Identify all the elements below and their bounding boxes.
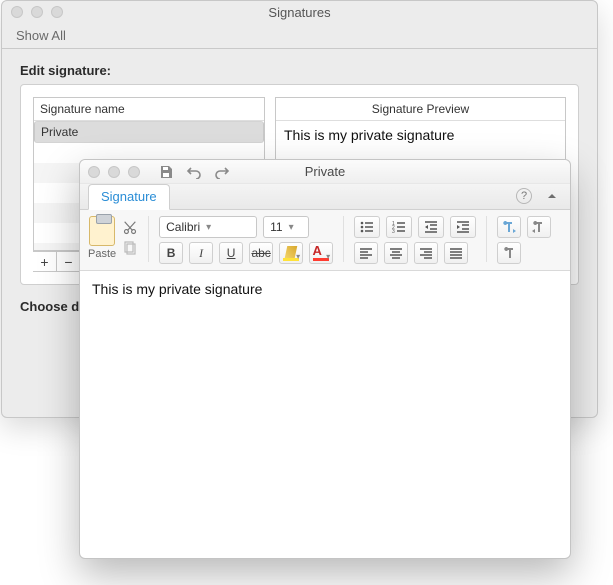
- list-item[interactable]: Private: [34, 121, 264, 143]
- tabs-right: ?: [516, 188, 560, 204]
- clipboard-group: Paste: [88, 216, 138, 260]
- separator: [486, 216, 487, 262]
- copy-icon[interactable]: [122, 240, 138, 256]
- ribbon: Paste Calibri ▾ 11 ▾: [80, 210, 570, 271]
- align-center-button[interactable]: [384, 242, 408, 264]
- remove-signature-button[interactable]: −: [57, 252, 81, 272]
- font-color-button[interactable]: A▾: [309, 242, 333, 264]
- add-signature-button[interactable]: +: [33, 252, 57, 272]
- ltr-direction-button[interactable]: [497, 216, 521, 238]
- chevron-down-icon: ▾: [206, 222, 211, 233]
- align-justify-button[interactable]: [444, 242, 468, 264]
- collapse-ribbon-icon[interactable]: [544, 188, 560, 204]
- font-size-select[interactable]: 11 ▾: [263, 216, 309, 238]
- preview-text: This is my private signature: [276, 121, 565, 149]
- signature-list-header: Signature name: [34, 98, 264, 121]
- help-icon[interactable]: ?: [516, 188, 532, 204]
- highlight-button[interactable]: ▾: [279, 242, 303, 264]
- edit-signature-label: Edit signature:: [2, 49, 597, 84]
- bold-button[interactable]: B: [159, 242, 183, 264]
- align-right-button[interactable]: [414, 242, 438, 264]
- titlebar: Signatures: [2, 1, 597, 23]
- signature-editor-window: Private Signature ? Paste: [79, 159, 571, 559]
- tab-signature[interactable]: Signature: [88, 184, 170, 210]
- italic-button[interactable]: I: [189, 242, 213, 264]
- font-size-value: 11: [270, 220, 282, 234]
- rtl-direction-button[interactable]: [527, 216, 551, 238]
- toolbar: Show All: [2, 23, 597, 49]
- decrease-indent-button[interactable]: [418, 216, 444, 238]
- underline-button[interactable]: U: [219, 242, 243, 264]
- paste-label: Paste: [88, 248, 116, 260]
- font-family-value: Calibri: [166, 220, 200, 234]
- direction-group: [497, 216, 551, 264]
- paragraph-group: 123: [354, 216, 476, 264]
- separator: [343, 216, 344, 262]
- editor-tabs: Signature ?: [80, 184, 570, 210]
- increase-indent-button[interactable]: [450, 216, 476, 238]
- chevron-down-icon: ▾: [289, 222, 294, 233]
- align-left-button[interactable]: [354, 242, 378, 264]
- font-family-select[interactable]: Calibri ▾: [159, 216, 257, 238]
- svg-text:3: 3: [392, 229, 395, 234]
- editor-textarea[interactable]: This is my private signature: [80, 271, 570, 307]
- show-paragraph-marks-button[interactable]: [497, 242, 521, 264]
- font-group: Calibri ▾ 11 ▾ B I U abc ▾ A▾: [159, 216, 333, 264]
- editor-title: Private: [80, 164, 570, 179]
- window-title: Signatures: [2, 5, 597, 20]
- editor-titlebar: Private: [80, 160, 570, 184]
- separator: [148, 216, 149, 262]
- cut-icon[interactable]: [122, 220, 138, 236]
- bullet-list-button[interactable]: [354, 216, 380, 238]
- preview-header: Signature Preview: [276, 98, 565, 121]
- strikethrough-button[interactable]: abc: [249, 242, 273, 264]
- numbered-list-button[interactable]: 123: [386, 216, 412, 238]
- paste-button[interactable]: [89, 216, 115, 246]
- show-all-button[interactable]: Show All: [10, 26, 72, 45]
